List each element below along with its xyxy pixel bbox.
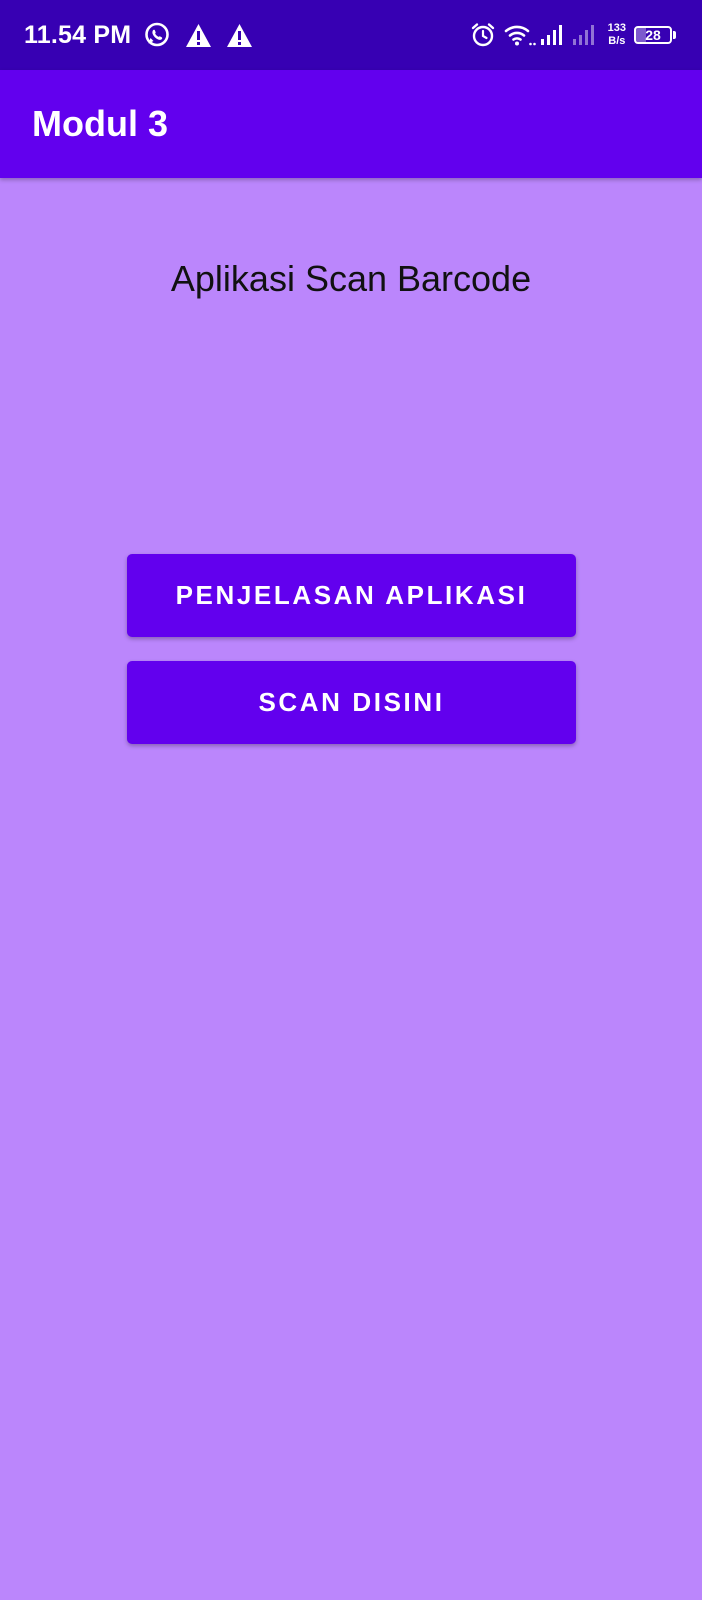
- whatsapp-icon: [143, 21, 171, 49]
- warning-icon: [226, 23, 253, 48]
- status-time: 11.54 PM: [24, 20, 132, 49]
- explain-app-button[interactable]: PENJELASAN APLIKASI: [127, 554, 576, 637]
- app-bar: Modul 3: [0, 70, 702, 178]
- battery-level: 28: [645, 27, 661, 43]
- wifi-icon: [504, 23, 538, 47]
- alarm-icon: [470, 22, 496, 48]
- page-heading: Aplikasi Scan Barcode: [170, 258, 532, 299]
- battery-tip: [673, 31, 676, 39]
- network-speed-value: 133: [607, 22, 626, 34]
- battery-body: 28: [634, 26, 672, 44]
- signal-icon: [572, 23, 598, 47]
- warning-icon: [185, 23, 212, 48]
- signal-icon: [540, 23, 566, 47]
- battery-fill: [636, 28, 646, 42]
- network-speed-unit: B/s: [608, 35, 626, 47]
- status-right: 133 B/s 28: [470, 0, 678, 70]
- app-title: Modul 3: [32, 103, 168, 144]
- scan-button[interactable]: SCAN DISINI: [127, 661, 576, 744]
- status-left: 11.54 PM: [24, 0, 253, 70]
- network-speed: 133 B/s: [608, 22, 626, 48]
- battery-icon: 28: [634, 24, 678, 46]
- status-bar: 11.54 PM 133 B/s 28: [0, 0, 702, 70]
